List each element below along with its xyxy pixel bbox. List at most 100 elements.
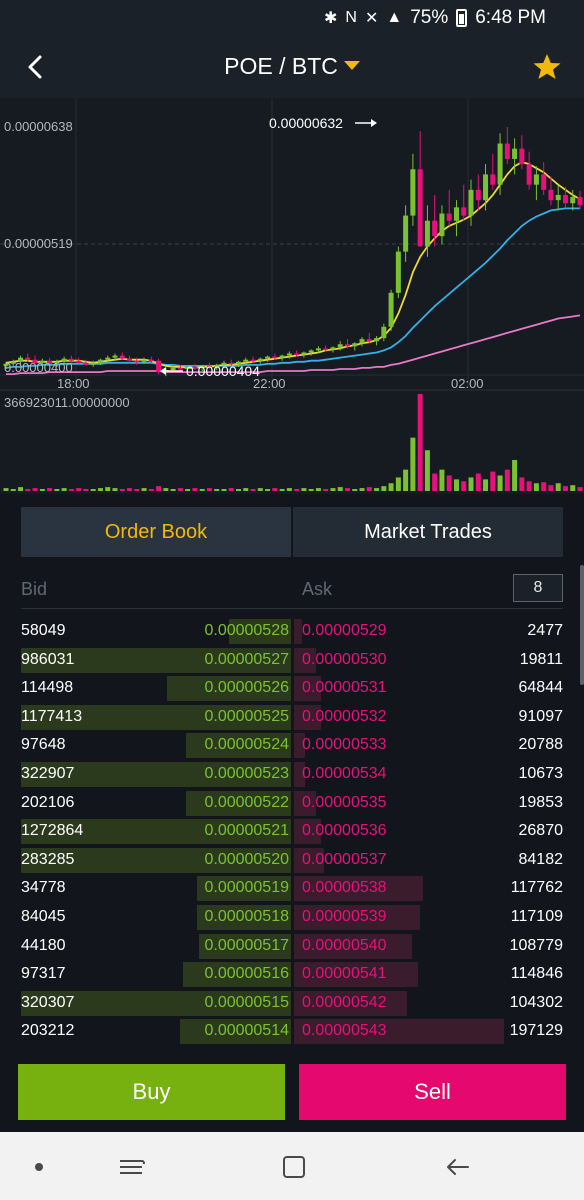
ask-side[interactable]: 0.00000533 20788 <box>294 733 564 759</box>
sell-button[interactable]: Sell <box>299 1064 566 1120</box>
order-row[interactable]: 44180 0.00000517 0.00000540 108779 <box>21 932 563 961</box>
ask-side[interactable]: 0.00000531 64844 <box>294 676 564 702</box>
volume-bar <box>352 489 358 491</box>
ask-side[interactable]: 0.00000542 104302 <box>294 990 563 1016</box>
scrollbar[interactable] <box>580 565 584 685</box>
bid-side[interactable]: 44180 0.00000517 <box>21 933 291 959</box>
ask-side[interactable]: 0.00000534 10673 <box>294 761 563 787</box>
ask-side[interactable]: 0.00000537 84182 <box>294 847 563 873</box>
bid-side[interactable]: 58049 0.00000528 <box>21 619 291 644</box>
price-label-top: 0.00000638 <box>4 119 73 134</box>
price-chart[interactable]: 0.00000638 0.00000519 0.00000400 18:00 2… <box>0 98 584 494</box>
bid-side[interactable]: 1177413 0.00000525 <box>21 704 291 730</box>
bid-price: 0.00000517 <box>204 936 289 954</box>
ask-quantity: 117109 <box>510 907 563 925</box>
ask-quantity: 2477 <box>527 622 563 639</box>
ask-side[interactable]: 0.00000535 19853 <box>294 790 563 816</box>
bid-price: 0.00000522 <box>204 793 289 811</box>
volume-bar <box>214 489 220 491</box>
dot-icon[interactable] <box>22 1150 56 1184</box>
back-icon[interactable] <box>440 1150 474 1184</box>
volume-bar <box>76 488 82 491</box>
candle-body <box>533 174 539 185</box>
bid-side[interactable]: 986031 0.00000527 <box>21 647 291 673</box>
ask-side[interactable]: 0.00000539 117109 <box>294 904 563 930</box>
ask-side[interactable]: 0.00000540 108779 <box>294 933 563 959</box>
buy-button[interactable]: Buy <box>18 1064 285 1120</box>
ask-quantity: 20788 <box>518 736 564 754</box>
bid-side[interactable]: 84045 0.00000518 <box>21 904 291 930</box>
order-row[interactable]: 986031 0.00000527 0.00000530 19811 <box>21 646 563 675</box>
candle-body <box>403 215 409 252</box>
candle-body <box>119 355 125 359</box>
order-row[interactable]: 1177413 0.00000525 0.00000532 91097 <box>21 703 563 732</box>
volume-bar <box>504 469 510 491</box>
volume-bar <box>424 450 430 491</box>
ask-side[interactable]: 0.00000536 26870 <box>294 819 564 845</box>
ask-quantity: 26870 <box>518 822 564 840</box>
home-icon[interactable] <box>277 1150 311 1184</box>
candle <box>374 336 380 346</box>
candle-body <box>359 339 365 344</box>
volume-bar <box>25 489 31 491</box>
volume-bar <box>90 489 96 491</box>
volume-bar <box>185 489 191 491</box>
candle-body <box>279 355 285 358</box>
time-tick-02: 02:00 <box>451 376 484 391</box>
order-row[interactable]: 84045 0.00000518 0.00000539 117109 <box>21 903 563 932</box>
ask-quantity: 64844 <box>518 679 564 697</box>
volume-bar <box>410 437 416 491</box>
bid-side[interactable]: 283285 0.00000520 <box>21 847 291 873</box>
recent-apps-icon[interactable] <box>114 1150 148 1184</box>
ask-side[interactable]: 0.00000543 197129 <box>294 1019 563 1045</box>
order-row[interactable]: 203212 0.00000514 0.00000543 197129 <box>21 1017 563 1046</box>
candle <box>490 153 496 190</box>
bid-side[interactable]: 203212 0.00000514 <box>21 1019 291 1045</box>
ask-side[interactable]: 0.00000530 19811 <box>294 647 563 673</box>
volume-bar <box>170 489 176 491</box>
order-row[interactable]: 58049 0.00000528 0.00000529 2477 <box>21 617 563 646</box>
bid-side[interactable]: 97648 0.00000524 <box>21 733 291 759</box>
volume-bar <box>461 481 467 491</box>
bid-side[interactable]: 34778 0.00000519 <box>21 876 291 902</box>
bid-side[interactable]: 322907 0.00000523 <box>21 761 291 787</box>
order-row[interactable]: 97648 0.00000524 0.00000533 20788 <box>21 731 563 760</box>
tab-order-book[interactable]: Order Book <box>21 507 291 557</box>
ask-side[interactable]: 0.00000541 114846 <box>294 962 563 988</box>
volume-bar <box>497 475 503 491</box>
bid-side[interactable]: 202106 0.00000522 <box>21 790 291 816</box>
bid-side[interactable]: 1272864 0.00000521 <box>21 819 291 845</box>
bid-side[interactable]: 97317 0.00000516 <box>21 962 291 988</box>
ask-side[interactable]: 0.00000529 2477 <box>294 619 563 644</box>
tab-market-trades[interactable]: Market Trades <box>293 507 563 557</box>
volume-bar <box>257 488 263 491</box>
candle <box>504 127 510 165</box>
volume-label: 366923011.00000000 <box>4 395 130 410</box>
order-row[interactable]: 320307 0.00000515 0.00000542 104302 <box>21 989 563 1018</box>
pair-selector[interactable]: POE / BTC <box>0 53 584 80</box>
order-row[interactable]: 202106 0.00000522 0.00000535 19853 <box>21 789 563 818</box>
order-row[interactable]: 114498 0.00000526 0.00000531 64844 <box>21 674 563 703</box>
order-row[interactable]: 34778 0.00000519 0.00000538 117762 <box>21 874 563 903</box>
precision-selector[interactable]: 8 <box>513 574 563 602</box>
volume-bar <box>446 475 452 491</box>
price-label-mid: 0.00000519 <box>4 236 73 251</box>
ask-side[interactable]: 0.00000532 91097 <box>294 704 563 730</box>
candle-body <box>374 338 380 342</box>
ask-side[interactable]: 0.00000538 117762 <box>294 876 563 902</box>
bid-price: 0.00000526 <box>204 679 289 697</box>
bid-side[interactable]: 320307 0.00000515 <box>21 990 291 1016</box>
volume-bar <box>533 483 539 491</box>
candle-body <box>105 357 111 360</box>
order-row[interactable]: 283285 0.00000520 0.00000537 84182 <box>21 846 563 875</box>
candle <box>134 357 140 365</box>
candle-body <box>83 362 89 365</box>
volume-bar <box>417 394 423 491</box>
candle-body <box>330 347 336 350</box>
favorite-star-icon[interactable] <box>532 52 562 82</box>
order-row[interactable]: 322907 0.00000523 0.00000534 10673 <box>21 760 563 789</box>
order-row[interactable]: 97317 0.00000516 0.00000541 114846 <box>21 960 563 989</box>
ask-quantity: 104302 <box>509 993 563 1011</box>
bid-side[interactable]: 114498 0.00000526 <box>21 676 291 702</box>
order-row[interactable]: 1272864 0.00000521 0.00000536 26870 <box>21 817 563 846</box>
